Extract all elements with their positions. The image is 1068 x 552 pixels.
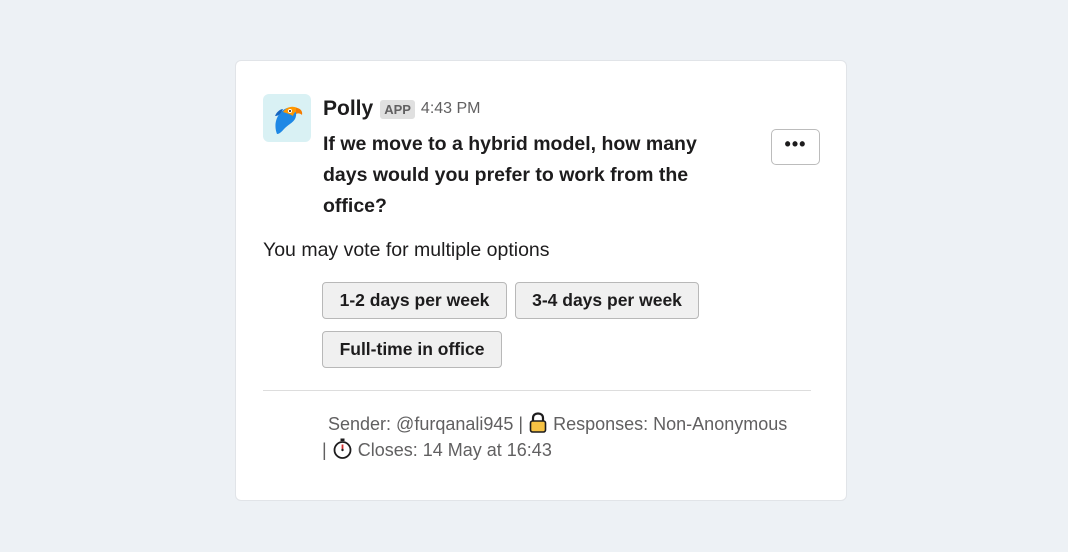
vote-option-button[interactable]: Full-time in office [322,331,502,368]
stopwatch-icon [333,438,352,459]
poll-footer: Sender: @furqanali945 | Responses: Non-A… [322,411,822,463]
timestamp[interactable]: 4:43 PM [421,100,481,118]
footer-separator: | [322,440,327,460]
avatar[interactable] [263,94,311,142]
divider [263,390,811,391]
lock-icon [529,412,547,433]
parrot-logo-icon [275,106,303,134]
vote-option-button[interactable]: 3-4 days per week [515,282,699,319]
more-actions-button[interactable]: ••• [771,129,820,165]
sender-text: Sender: @furqanali945 | [328,414,524,434]
app-badge: APP [380,99,415,119]
more-icon: ••• [784,134,807,154]
message-header: Polly APP 4:43 PM [323,97,481,121]
poll-question: If we move to a hybrid model, how many d… [323,133,697,217]
app-name[interactable]: Polly [323,97,373,121]
poll-subtitle: You may vote for multiple options [263,239,550,261]
message-card: Polly APP 4:43 PM If we move to a hybrid… [235,60,847,501]
vote-option-button[interactable]: 1-2 days per week [322,282,507,319]
responses-text: Responses: Non-Anonymous [553,414,788,434]
closes-text: Closes: 14 May at 16:43 [357,440,552,460]
